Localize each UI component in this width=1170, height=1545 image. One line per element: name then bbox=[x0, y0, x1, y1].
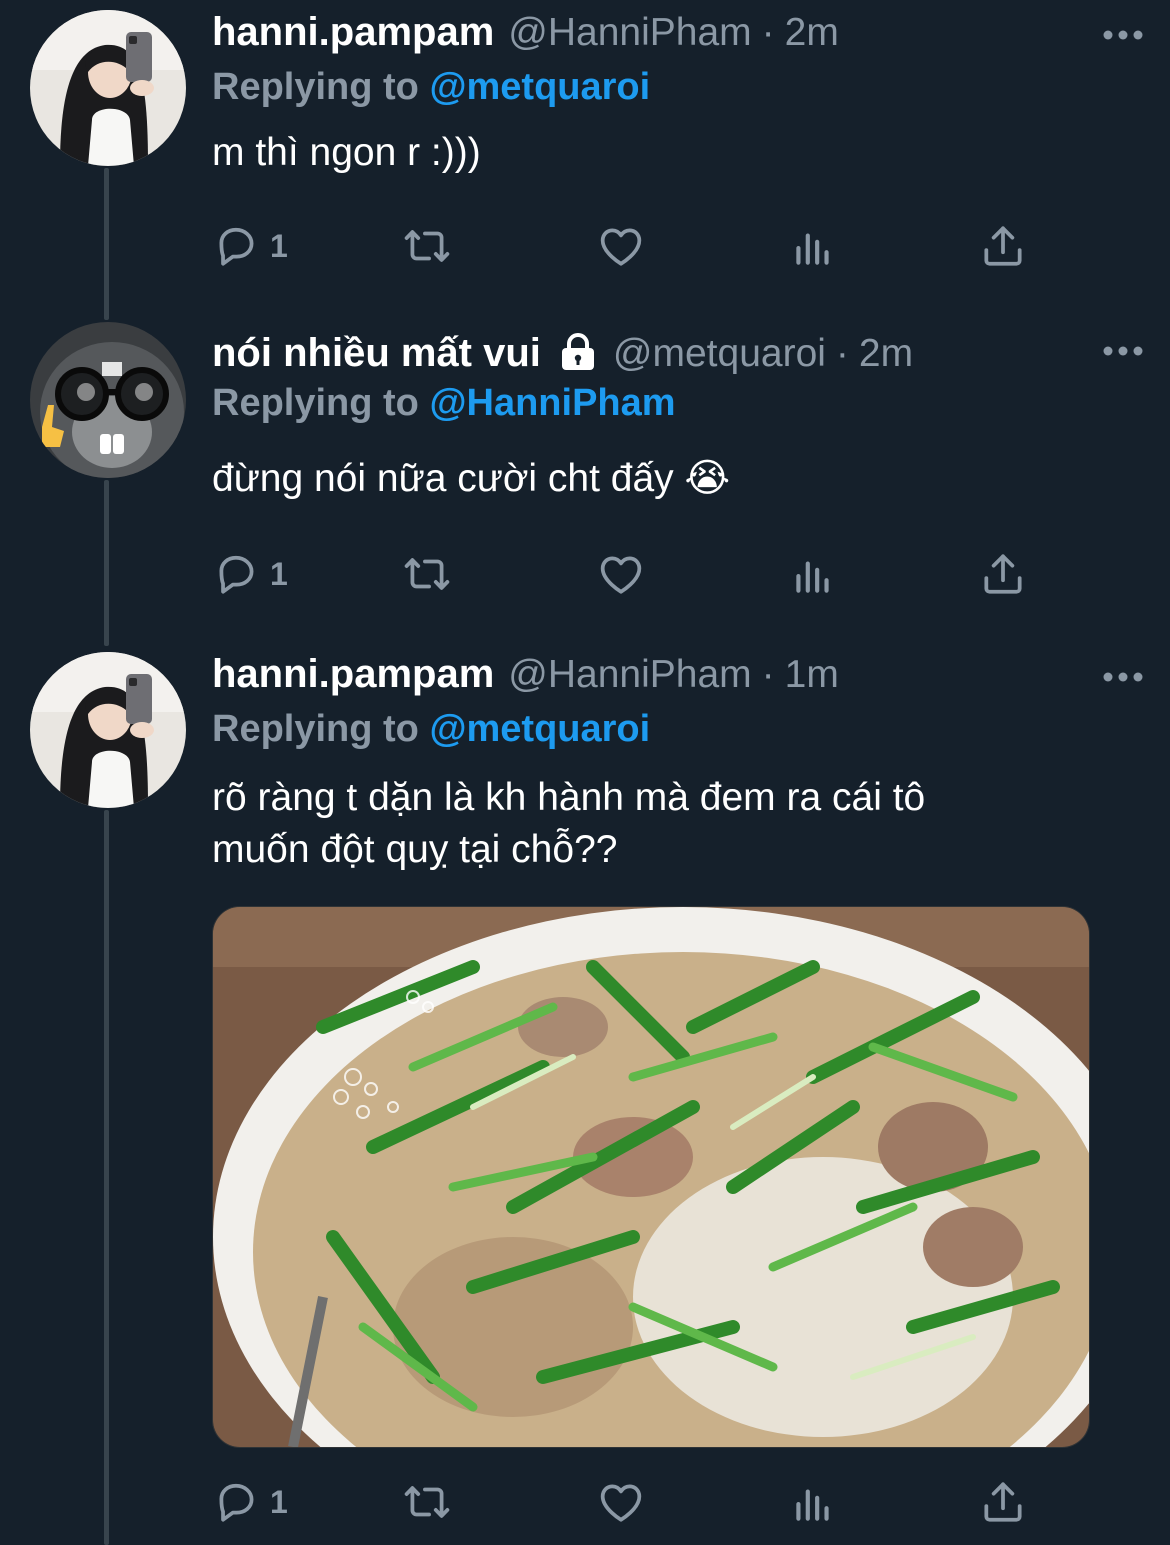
tweet[interactable]: hanni.pampam @HanniPham · 2m Replying to… bbox=[0, 0, 1170, 310]
share-icon bbox=[984, 554, 1022, 594]
tweet-header: nói nhiều mất vui @metquaroi · 2m bbox=[212, 326, 1146, 376]
more-icon[interactable] bbox=[1100, 18, 1146, 48]
display-name[interactable]: nói nhiều mất vui bbox=[212, 331, 541, 376]
tweet-text-line: rõ ràng t dặn là kh hành mà đem ra cái t… bbox=[212, 776, 926, 819]
retweet-button[interactable] bbox=[402, 546, 452, 602]
avatar[interactable] bbox=[30, 10, 186, 166]
avatar-cat-glasses bbox=[30, 322, 186, 478]
like-icon bbox=[600, 1484, 642, 1522]
tweet-actions: 1 bbox=[212, 1474, 1052, 1530]
separator-dot: · bbox=[761, 653, 775, 696]
avatar[interactable] bbox=[30, 652, 186, 808]
replying-to: Replying to @metquaroi bbox=[212, 66, 1146, 116]
tweet-actions: 1 bbox=[212, 546, 1052, 602]
replying-to-label: Replying to bbox=[212, 66, 419, 108]
tweet-actions: 1 bbox=[212, 218, 1052, 274]
reply-button[interactable]: 1 bbox=[212, 218, 288, 274]
reply-button[interactable]: 1 bbox=[212, 546, 288, 602]
analytics-button[interactable] bbox=[788, 1474, 838, 1530]
analytics-icon bbox=[796, 1489, 829, 1521]
replying-to-label: Replying to bbox=[212, 382, 419, 424]
more-icon[interactable] bbox=[1100, 660, 1146, 690]
like-button[interactable] bbox=[596, 218, 646, 274]
share-button[interactable] bbox=[978, 218, 1028, 274]
like-icon bbox=[600, 228, 642, 266]
replying-to-label: Replying to bbox=[212, 708, 419, 750]
analytics-button[interactable] bbox=[788, 546, 838, 602]
like-button[interactable] bbox=[596, 1474, 646, 1530]
mention-link[interactable]: @metquaroi bbox=[429, 708, 650, 750]
share-button[interactable] bbox=[978, 546, 1028, 602]
tweet[interactable]: hanni.pampam @HanniPham · 1m Replying to… bbox=[0, 650, 1170, 1545]
tweet-text: rõ ràng t dặn là kh hành mà đem ra cái t… bbox=[212, 772, 1146, 876]
separator-dot: · bbox=[835, 332, 849, 375]
tweet-text: m thì ngon r :))) bbox=[212, 131, 481, 174]
avatar-photo-girl bbox=[30, 652, 186, 808]
reply-count: 1 bbox=[270, 555, 288, 592]
reply-icon bbox=[219, 227, 254, 266]
share-icon bbox=[984, 1482, 1022, 1522]
tweet-header: hanni.pampam @HanniPham · 2m bbox=[212, 10, 1146, 60]
retweet-icon bbox=[404, 230, 450, 262]
pho-bowl-photo bbox=[213, 907, 1089, 1447]
user-handle[interactable]: @HanniPham bbox=[508, 11, 751, 55]
separator-dot: · bbox=[761, 11, 775, 54]
tweet-text: đừng nói nữa cười cht đấy 😭 bbox=[212, 457, 731, 500]
avatar-photo-girl bbox=[30, 10, 186, 166]
more-icon[interactable] bbox=[1100, 334, 1146, 364]
timestamp[interactable]: 2m bbox=[859, 332, 913, 376]
display-name[interactable]: hanni.pampam bbox=[212, 652, 494, 697]
tweet-text-line: muốn đột quỵ tại chỗ?? bbox=[212, 828, 618, 871]
analytics-icon bbox=[796, 561, 829, 593]
replying-to: Replying to @HanniPham bbox=[212, 382, 1146, 432]
like-button[interactable] bbox=[596, 546, 646, 602]
user-handle[interactable]: @metquaroi bbox=[613, 332, 826, 376]
display-name[interactable]: hanni.pampam bbox=[212, 10, 494, 55]
mention-link[interactable]: @HanniPham bbox=[429, 382, 675, 424]
tweet[interactable]: nói nhiều mất vui @metquaroi · 2m Replyi… bbox=[0, 320, 1170, 640]
tweet-header: hanni.pampam @HanniPham · 1m bbox=[212, 652, 1146, 702]
retweet-icon bbox=[404, 558, 450, 590]
tweet-media-image[interactable] bbox=[212, 906, 1090, 1448]
reply-icon bbox=[219, 555, 254, 594]
reply-count: 1 bbox=[270, 1483, 288, 1520]
retweet-button[interactable] bbox=[402, 1474, 452, 1530]
avatar[interactable] bbox=[30, 322, 186, 478]
retweet-button[interactable] bbox=[402, 218, 452, 274]
timestamp[interactable]: 1m bbox=[785, 653, 839, 697]
mention-link[interactable]: @metquaroi bbox=[429, 66, 650, 108]
share-button[interactable] bbox=[978, 1474, 1028, 1530]
share-icon bbox=[984, 226, 1022, 266]
replying-to: Replying to @metquaroi bbox=[212, 708, 1146, 758]
lock-icon bbox=[561, 333, 594, 370]
analytics-button[interactable] bbox=[788, 218, 838, 274]
reply-count: 1 bbox=[270, 227, 288, 264]
analytics-icon bbox=[796, 233, 829, 265]
retweet-icon bbox=[404, 1486, 450, 1518]
timestamp[interactable]: 2m bbox=[785, 11, 839, 55]
like-icon bbox=[600, 556, 642, 594]
reply-icon bbox=[219, 1483, 254, 1522]
user-handle[interactable]: @HanniPham bbox=[508, 653, 751, 697]
reply-button[interactable]: 1 bbox=[212, 1474, 288, 1530]
